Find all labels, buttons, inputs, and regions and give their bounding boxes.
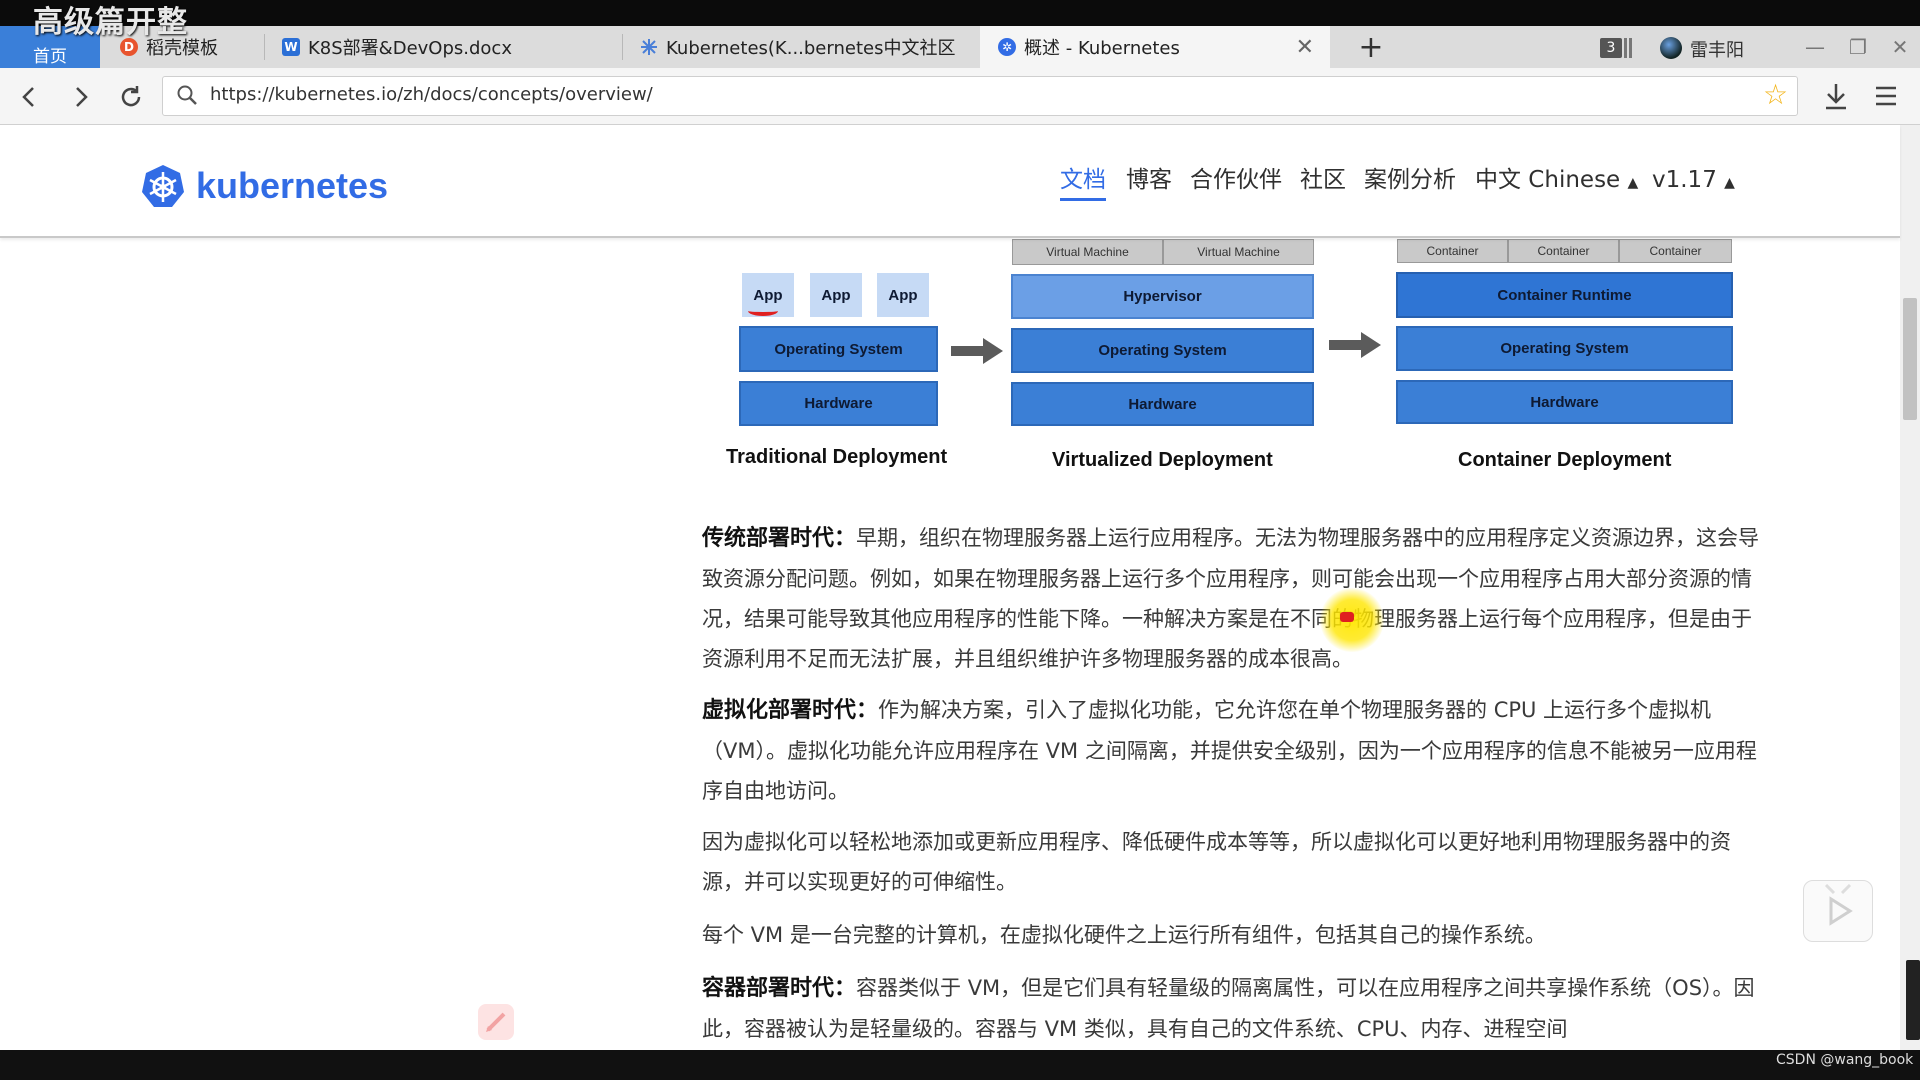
wps-doc-icon: W — [282, 38, 300, 56]
nav-language-dropdown[interactable]: 中文 Chinese ▲ — [1475, 163, 1638, 200]
browser-tab-strip: 首页 D 稻壳模板 W K8S部署&DevOps.docx Kubernetes… — [0, 26, 1920, 68]
red-annotation-mark — [1340, 612, 1354, 622]
annotate-pencil-icon[interactable] — [478, 1004, 514, 1040]
traditional-app-box: App — [877, 273, 929, 317]
container-runtime-layer: Container Runtime — [1396, 272, 1733, 318]
paragraph-traditional-era: 传统部署时代：早期，组织在物理服务器上运行应用程序。无法为物理服务器中的应用程序… — [702, 518, 1762, 679]
nav-partners[interactable]: 合作伙伴 — [1190, 163, 1282, 197]
search-icon — [177, 85, 197, 105]
tab-stack-icon — [1624, 38, 1632, 58]
chevron-up-icon: ▲ — [1724, 175, 1735, 191]
paragraph-vm-definition: 每个 VM 是一台完整的计算机，在虚拟化硬件之上运行所有组件，包括其自己的操作系… — [702, 915, 1762, 955]
nav-active-underline — [1060, 198, 1106, 201]
container-hardware-layer: Hardware — [1396, 380, 1733, 424]
right-arrow-icon — [951, 338, 1003, 364]
url-text[interactable]: https://kubernetes.io/zh/docs/concepts/o… — [210, 84, 653, 105]
forward-button[interactable] — [64, 80, 98, 114]
reload-icon — [121, 86, 141, 107]
reload-button[interactable] — [114, 80, 148, 114]
nav-blog[interactable]: 博客 — [1126, 163, 1172, 197]
paragraph-virtualized-era: 虚拟化部署时代：作为解决方案，引入了虚拟化功能，它允许您在单个物理服务器的 CP… — [702, 690, 1762, 811]
user-name[interactable]: 雷丰阳 — [1690, 36, 1744, 62]
nav-version-label: v1.17 — [1652, 167, 1717, 193]
video-overlay-title: 高级篇开整 — [33, 5, 188, 40]
tab-label: 概述 - Kubernetes — [1024, 38, 1180, 59]
tab-label: Kubernetes(K...bernetes中文社区 — [666, 38, 956, 59]
container-box: Container — [1619, 239, 1732, 263]
scrollbar-thumb[interactable] — [1903, 298, 1917, 420]
new-tab-button[interactable]: + — [1350, 26, 1392, 68]
virtualized-os-layer: Operating System — [1011, 328, 1314, 373]
red-annotation-underline — [748, 306, 778, 316]
right-arrow-icon — [1329, 332, 1381, 358]
nav-community[interactable]: 社区 — [1300, 163, 1346, 197]
download-icon[interactable] — [1818, 78, 1854, 114]
virtual-machine-box: Virtual Machine — [1163, 239, 1314, 265]
back-button[interactable] — [12, 80, 46, 114]
container-deployment-caption: Container Deployment — [1458, 449, 1672, 471]
forward-arrow-icon — [76, 87, 88, 107]
nav-language-label: 中文 Chinese — [1475, 167, 1621, 193]
tab-label: 首页 — [33, 46, 67, 67]
nav-version-dropdown[interactable]: v1.17 ▲ — [1652, 163, 1735, 200]
menu-icon[interactable] — [1868, 78, 1904, 114]
nav-docs[interactable]: 文档 — [1060, 163, 1106, 197]
close-tab-icon[interactable]: ✕ — [1296, 35, 1314, 60]
traditional-os-layer: Operating System — [739, 326, 938, 372]
minimize-window-icon[interactable]: — — [1795, 30, 1835, 64]
chevron-up-icon: ▲ — [1627, 175, 1639, 191]
traditional-app-box: App — [810, 273, 862, 317]
nav-case-studies[interactable]: 案例分析 — [1364, 163, 1456, 197]
page-scrollbar[interactable] — [1900, 125, 1920, 1050]
container-box: Container — [1508, 239, 1619, 263]
paragraph-text: 每个 VM 是一台完整的计算机，在虚拟化硬件之上运行所有组件，包括其自己的操作系… — [702, 923, 1546, 947]
close-window-icon[interactable]: ✕ — [1880, 30, 1920, 64]
paragraph-title: 虚拟化部署时代： — [702, 698, 879, 723]
paragraph-title: 传统部署时代： — [702, 526, 857, 551]
kubernetes-logo-text[interactable]: kubernetes — [196, 163, 388, 209]
virtualized-hardware-layer: Hardware — [1011, 382, 1314, 426]
restore-window-icon[interactable]: ❐ — [1838, 30, 1878, 64]
paragraph-text: 容器类似于 VM，但是它们具有轻量级的隔离属性，可以在应用程序之间共享操作系统（… — [702, 976, 1755, 1041]
hypervisor-layer: Hypervisor — [1011, 274, 1314, 319]
paragraph-text: 早期，组织在物理服务器上运行应用程序。无法为物理服务器中的应用程序定义资源边界，… — [702, 526, 1760, 671]
tab-k8s-overview[interactable]: ✲ 概述 - Kubernetes ✕ — [980, 26, 1330, 68]
tab-k8s-docx[interactable]: W K8S部署&DevOps.docx — [264, 26, 620, 68]
player-side-handle[interactable] — [1906, 960, 1920, 1040]
user-avatar[interactable] — [1660, 37, 1682, 59]
kubernetes-icon: ✲ — [998, 38, 1016, 56]
virtualized-deployment-caption: Virtualized Deployment — [1052, 449, 1273, 471]
video-top-bar — [0, 0, 1920, 26]
video-bottom-bar — [0, 1050, 1920, 1080]
bookmark-star-icon[interactable]: ☆ — [1763, 80, 1788, 110]
container-os-layer: Operating System — [1396, 326, 1733, 371]
kubernetes-logo-icon[interactable] — [140, 163, 186, 209]
container-box: Container — [1397, 239, 1508, 263]
kubernetes-icon — [640, 38, 658, 56]
play-video-icon[interactable] — [1803, 880, 1873, 942]
paragraph-text: 因为虚拟化可以轻松地添加或更新应用程序、降低硬件成本等等，所以虚拟化可以更好地利… — [702, 830, 1731, 894]
tab-k8s-community[interactable]: Kubernetes(K...bernetes中文社区 — [622, 26, 978, 68]
back-arrow-icon — [22, 87, 34, 107]
paragraph-title: 容器部署时代： — [702, 976, 857, 1001]
paragraph-virtualization-benefits: 因为虚拟化可以轻松地添加或更新应用程序、降低硬件成本等等，所以虚拟化可以更好地利… — [702, 822, 1762, 902]
csdn-watermark: CSDN @wang_book — [1776, 1052, 1914, 1068]
paragraph-container-era: 容器部署时代：容器类似于 VM，但是它们具有轻量级的隔离属性，可以在应用程序之间… — [702, 968, 1762, 1048]
tab-count-badge[interactable]: 3 — [1600, 38, 1622, 58]
traditional-deployment-caption: Traditional Deployment — [726, 446, 948, 468]
virtual-machine-box: Virtual Machine — [1012, 239, 1163, 265]
traditional-hardware-layer: Hardware — [739, 381, 938, 426]
tab-label: K8S部署&DevOps.docx — [308, 38, 512, 59]
